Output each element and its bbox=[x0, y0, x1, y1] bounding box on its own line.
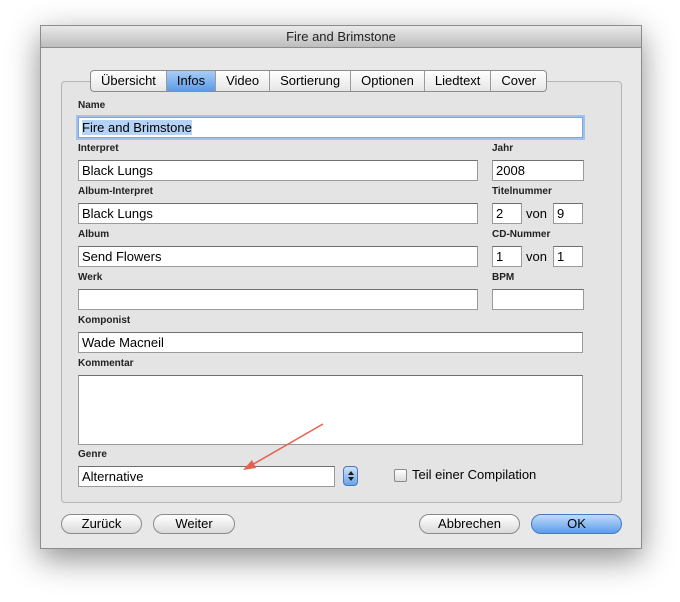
back-button[interactable]: Zurück bbox=[61, 514, 142, 534]
werk-field[interactable] bbox=[78, 289, 478, 310]
titelnummer-von-label: von bbox=[526, 206, 547, 221]
jahr-label: Jahr bbox=[492, 143, 514, 154]
interpret-label: Interpret bbox=[78, 143, 119, 154]
cd-nummer-field[interactable]: 1 bbox=[492, 246, 522, 267]
interpret-field[interactable]: Black Lungs bbox=[78, 160, 478, 181]
cd-nummer-total-field[interactable]: 1 bbox=[553, 246, 583, 267]
stepper-up-icon bbox=[347, 471, 354, 475]
genre-field[interactable]: Alternative bbox=[78, 466, 335, 487]
bpm-label: BPM bbox=[492, 272, 515, 283]
dialog-window: Fire and Brimstone Übersicht Infos Video… bbox=[40, 25, 642, 549]
tab-sortierung[interactable]: Sortierung bbox=[270, 71, 352, 91]
compilation-checkbox[interactable] bbox=[394, 469, 407, 482]
ok-button[interactable]: OK bbox=[531, 514, 622, 534]
werk-label: Werk bbox=[78, 272, 103, 283]
komponist-field[interactable]: Wade Macneil bbox=[78, 332, 583, 353]
compilation-label: Teil einer Compilation bbox=[412, 467, 537, 482]
name-label: Name bbox=[78, 100, 106, 111]
tab-uebersicht[interactable]: Übersicht bbox=[91, 71, 167, 91]
name-field[interactable]: Fire and Brimstone bbox=[78, 117, 583, 138]
cd-nummer-label: CD-Nummer bbox=[492, 229, 551, 240]
titelnummer-field[interactable]: 2 bbox=[492, 203, 522, 224]
jahr-field[interactable]: 2008 bbox=[492, 160, 584, 181]
cd-nummer-von-label: von bbox=[526, 249, 547, 264]
stepper-down-icon bbox=[347, 477, 354, 481]
komponist-label: Komponist bbox=[78, 315, 131, 326]
tab-bar: Übersicht Infos Video Sortierung Optione… bbox=[90, 70, 548, 92]
cancel-button[interactable]: Abbrechen bbox=[419, 514, 520, 534]
tab-cover[interactable]: Cover bbox=[491, 71, 546, 91]
name-value: Fire and Brimstone bbox=[82, 120, 192, 135]
album-field[interactable]: Send Flowers bbox=[78, 246, 478, 267]
album-interpret-label: Album-Interpret bbox=[78, 186, 153, 197]
bpm-field[interactable] bbox=[492, 289, 584, 310]
album-label: Album bbox=[78, 229, 110, 240]
titelnummer-label: Titelnummer bbox=[492, 186, 552, 197]
genre-label: Genre bbox=[78, 449, 107, 460]
kommentar-label: Kommentar bbox=[78, 358, 134, 369]
tab-video[interactable]: Video bbox=[216, 71, 271, 91]
kommentar-textarea[interactable] bbox=[78, 375, 583, 445]
tab-optionen[interactable]: Optionen bbox=[351, 71, 425, 91]
window-title: Fire and Brimstone bbox=[41, 26, 641, 48]
titelnummer-total-field[interactable]: 9 bbox=[553, 203, 583, 224]
next-button[interactable]: Weiter bbox=[153, 514, 235, 534]
album-interpret-field[interactable]: Black Lungs bbox=[78, 203, 478, 224]
tab-infos[interactable]: Infos bbox=[166, 71, 217, 91]
tab-liedtext[interactable]: Liedtext bbox=[425, 71, 492, 91]
genre-stepper[interactable] bbox=[343, 466, 358, 486]
